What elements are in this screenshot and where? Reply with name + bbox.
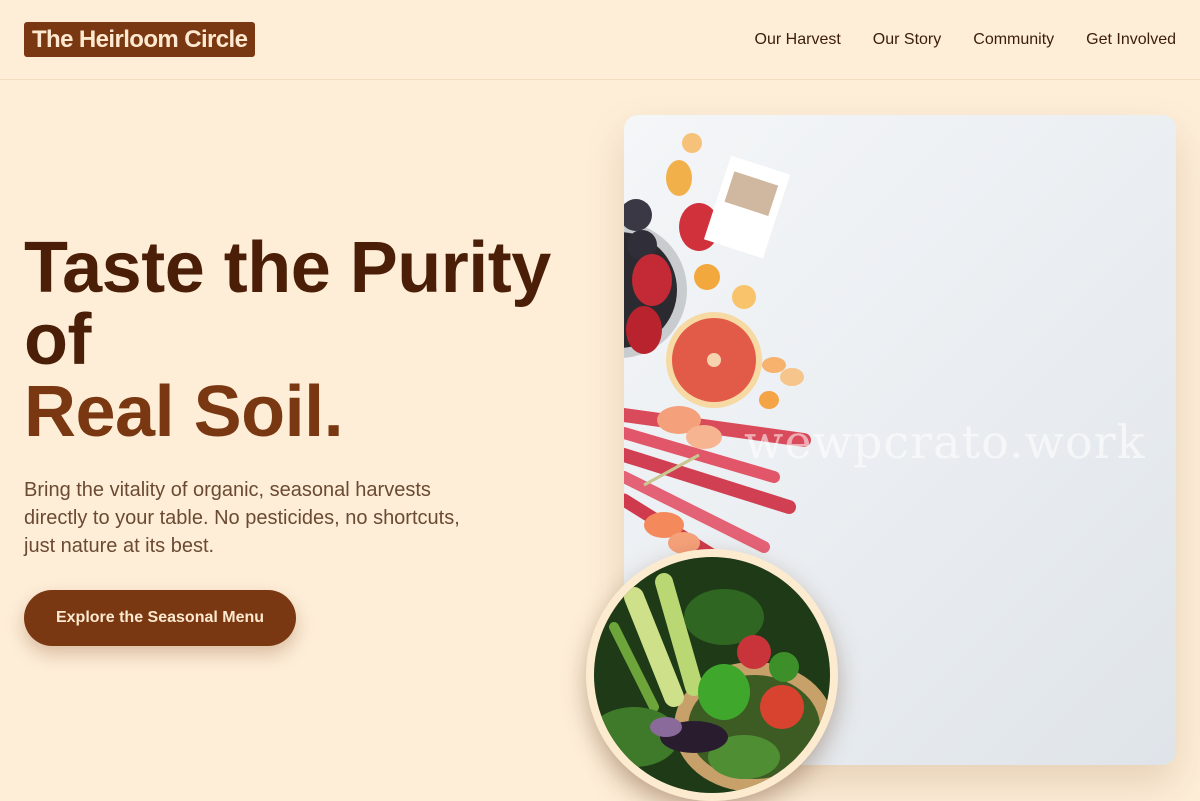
photo-watermark: wewpcrato.work [744,415,1146,469]
nav-our-harvest[interactable]: Our Harvest [755,30,841,50]
hero-title-line-1: Taste the Purity [24,228,551,308]
nav-community[interactable]: Community [973,30,1054,50]
site-header: The Heirloom Circle Our Harvest Our Stor… [0,0,1200,80]
site-logo[interactable]: The Heirloom Circle [24,22,256,57]
hero-title-line-2: of [24,300,91,380]
hero-subtitle: Bring the vitality of organic, seasonal … [24,479,460,557]
nav-get-involved[interactable]: Get Involved [1086,30,1176,50]
vegetable-basket-photo [586,549,838,801]
hero-title: Taste the Purity of Real Soil. [24,232,584,448]
hero-title-accent: Real Soil. [24,372,344,452]
nav-our-story[interactable]: Our Story [873,30,941,50]
main-nav: Our Harvest Our Story Community Get Invo… [755,30,1176,50]
explore-menu-button[interactable]: Explore the Seasonal Menu [24,590,296,646]
vegetable-basket-illustration [594,557,830,793]
